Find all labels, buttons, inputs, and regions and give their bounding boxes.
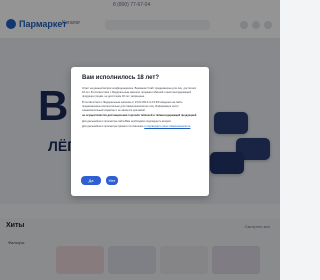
modal-actions: Да Нет — [81, 176, 118, 185]
yes-button[interactable]: Да — [81, 176, 101, 185]
modal-paragraph: В соответствии с Федеральным законом от … — [82, 100, 183, 112]
no-button[interactable]: Нет — [106, 176, 118, 185]
age-verification-modal: Вам исполнилось 18 лет? Ответ на данный … — [71, 67, 209, 196]
modal-highlight: не осуществляется дистанционная торговля… — [82, 114, 197, 118]
modal-title: Вам исполнилось 18 лет? — [82, 75, 160, 81]
modal-paragraph: Для дальнейшего просмотра сайта Вам необ… — [82, 119, 172, 123]
modal-body: Ответ на данный вопрос конфиденциален. В… — [82, 87, 198, 131]
agreement-link[interactable]: и подтвердите свое совершеннолетие — [144, 125, 190, 128]
agreement-text: Для дальнейшего просмотра примите Соглаш… — [82, 125, 144, 129]
modal-agreement: Для дальнейшего просмотра примите Соглаш… — [82, 125, 198, 129]
modal-paragraph: Ответ на данный вопрос конфиденциален. В… — [82, 87, 197, 98]
